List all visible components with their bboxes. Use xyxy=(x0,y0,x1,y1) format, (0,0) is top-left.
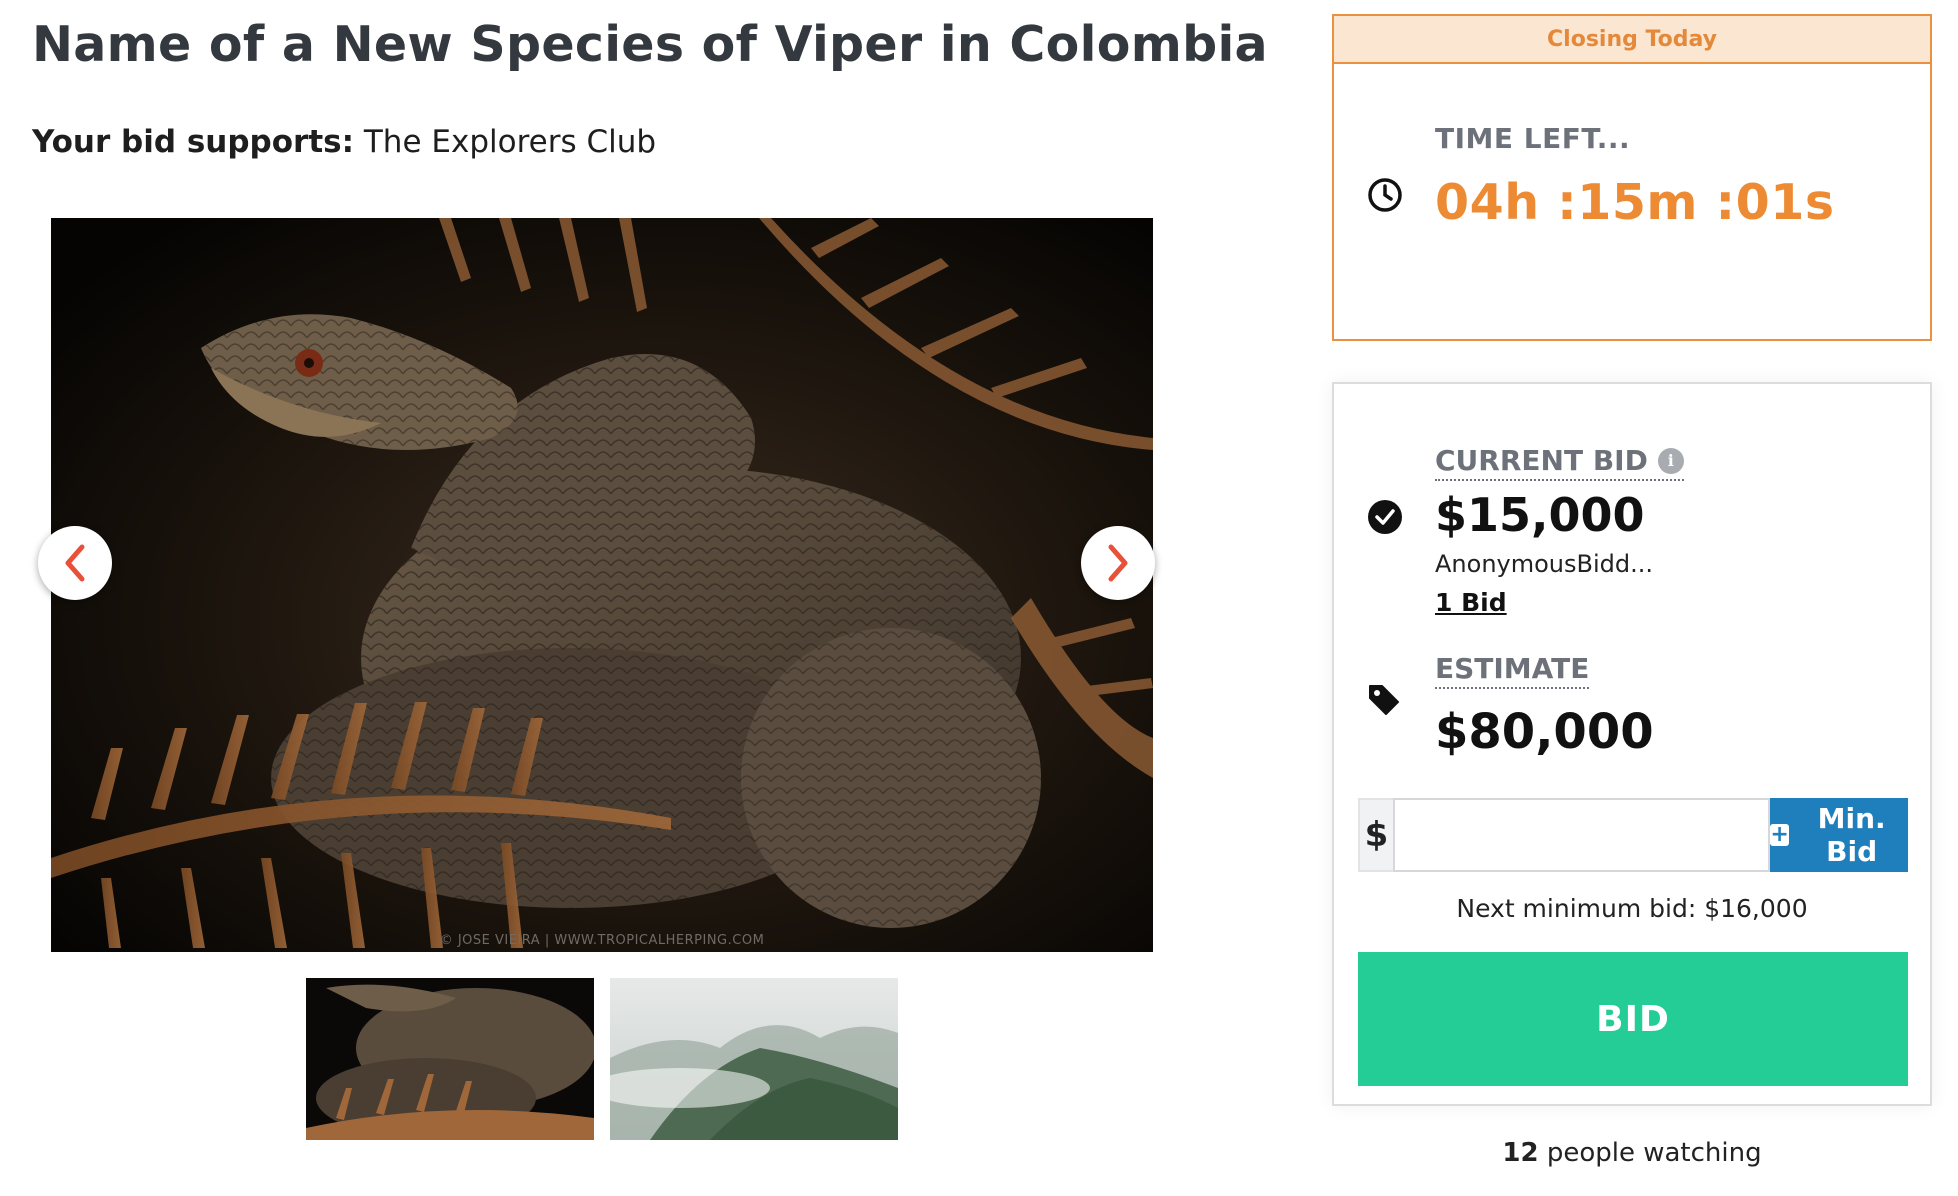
time-left-value: 04h :15m :01s xyxy=(1435,174,1835,231)
min-bid-label: Min. Bid xyxy=(1817,802,1886,868)
item-title: Name of a New Species of Viper in Colomb… xyxy=(32,16,1268,73)
viper-thumbnail-image xyxy=(306,978,594,1140)
misty-forest-thumbnail-image xyxy=(610,978,898,1140)
next-minimum-bid: Next minimum bid: $16,000 xyxy=(1334,894,1930,923)
watchers-count: 12 people watching xyxy=(1332,1138,1932,1168)
top-bidder-name: AnonymousBidd... xyxy=(1435,550,1653,578)
timer-card: Closing Today TIME LEFT... 04h :15m :01s xyxy=(1332,14,1932,341)
estimate-label: ESTIMATE xyxy=(1435,652,1590,689)
time-left-label: TIME LEFT... xyxy=(1435,122,1631,155)
watchers-label: people watching xyxy=(1546,1138,1762,1168)
gallery-next-button[interactable] xyxy=(1081,526,1155,600)
min-bid-button[interactable]: + Min. Bid xyxy=(1770,798,1908,872)
current-bid-label: CURRENT BID i xyxy=(1435,444,1684,481)
thumbnail-viper[interactable] xyxy=(306,978,594,1140)
main-image: © JOSE VIEIRA | WWW.TROPICALHERPING.COM xyxy=(51,218,1153,952)
bid-button[interactable]: BID xyxy=(1358,952,1908,1086)
current-bid-value: $15,000 xyxy=(1435,488,1645,542)
clock-icon xyxy=(1366,176,1404,218)
chevron-right-icon xyxy=(1108,544,1128,582)
check-circle-icon xyxy=(1366,498,1404,540)
tag-icon xyxy=(1366,682,1402,722)
bid-amount-input[interactable] xyxy=(1393,798,1770,872)
estimate-value: $80,000 xyxy=(1435,704,1654,760)
currency-symbol: $ xyxy=(1358,798,1393,872)
chevron-left-icon xyxy=(65,544,85,582)
viper-photo xyxy=(51,218,1153,952)
thumbnail-forest[interactable] xyxy=(610,978,898,1140)
watchers-number: 12 xyxy=(1502,1138,1539,1168)
gallery-prev-button[interactable] xyxy=(38,526,112,600)
bid-input-group: $ + Min. Bid xyxy=(1358,798,1908,872)
bid-card: CURRENT BID i $15,000 AnonymousBidd... 1… xyxy=(1332,382,1932,1106)
supports-label: Your bid supports: xyxy=(32,124,355,160)
plus-square-icon: + xyxy=(1770,822,1790,847)
next-min-value: $16,000 xyxy=(1704,894,1808,923)
bid-supports: Your bid supports: The Explorers Club xyxy=(32,124,656,160)
info-icon[interactable]: i xyxy=(1657,447,1684,474)
next-min-label: Next minimum bid: xyxy=(1456,894,1697,923)
bid-count-link[interactable]: 1 Bid xyxy=(1435,588,1507,617)
current-bid-label-text: CURRENT BID xyxy=(1435,444,1648,477)
supports-org[interactable]: The Explorers Club xyxy=(364,124,656,160)
closing-today-banner: Closing Today xyxy=(1334,16,1930,64)
image-credit: © JOSE VIEIRA | WWW.TROPICALHERPING.COM xyxy=(439,933,765,948)
